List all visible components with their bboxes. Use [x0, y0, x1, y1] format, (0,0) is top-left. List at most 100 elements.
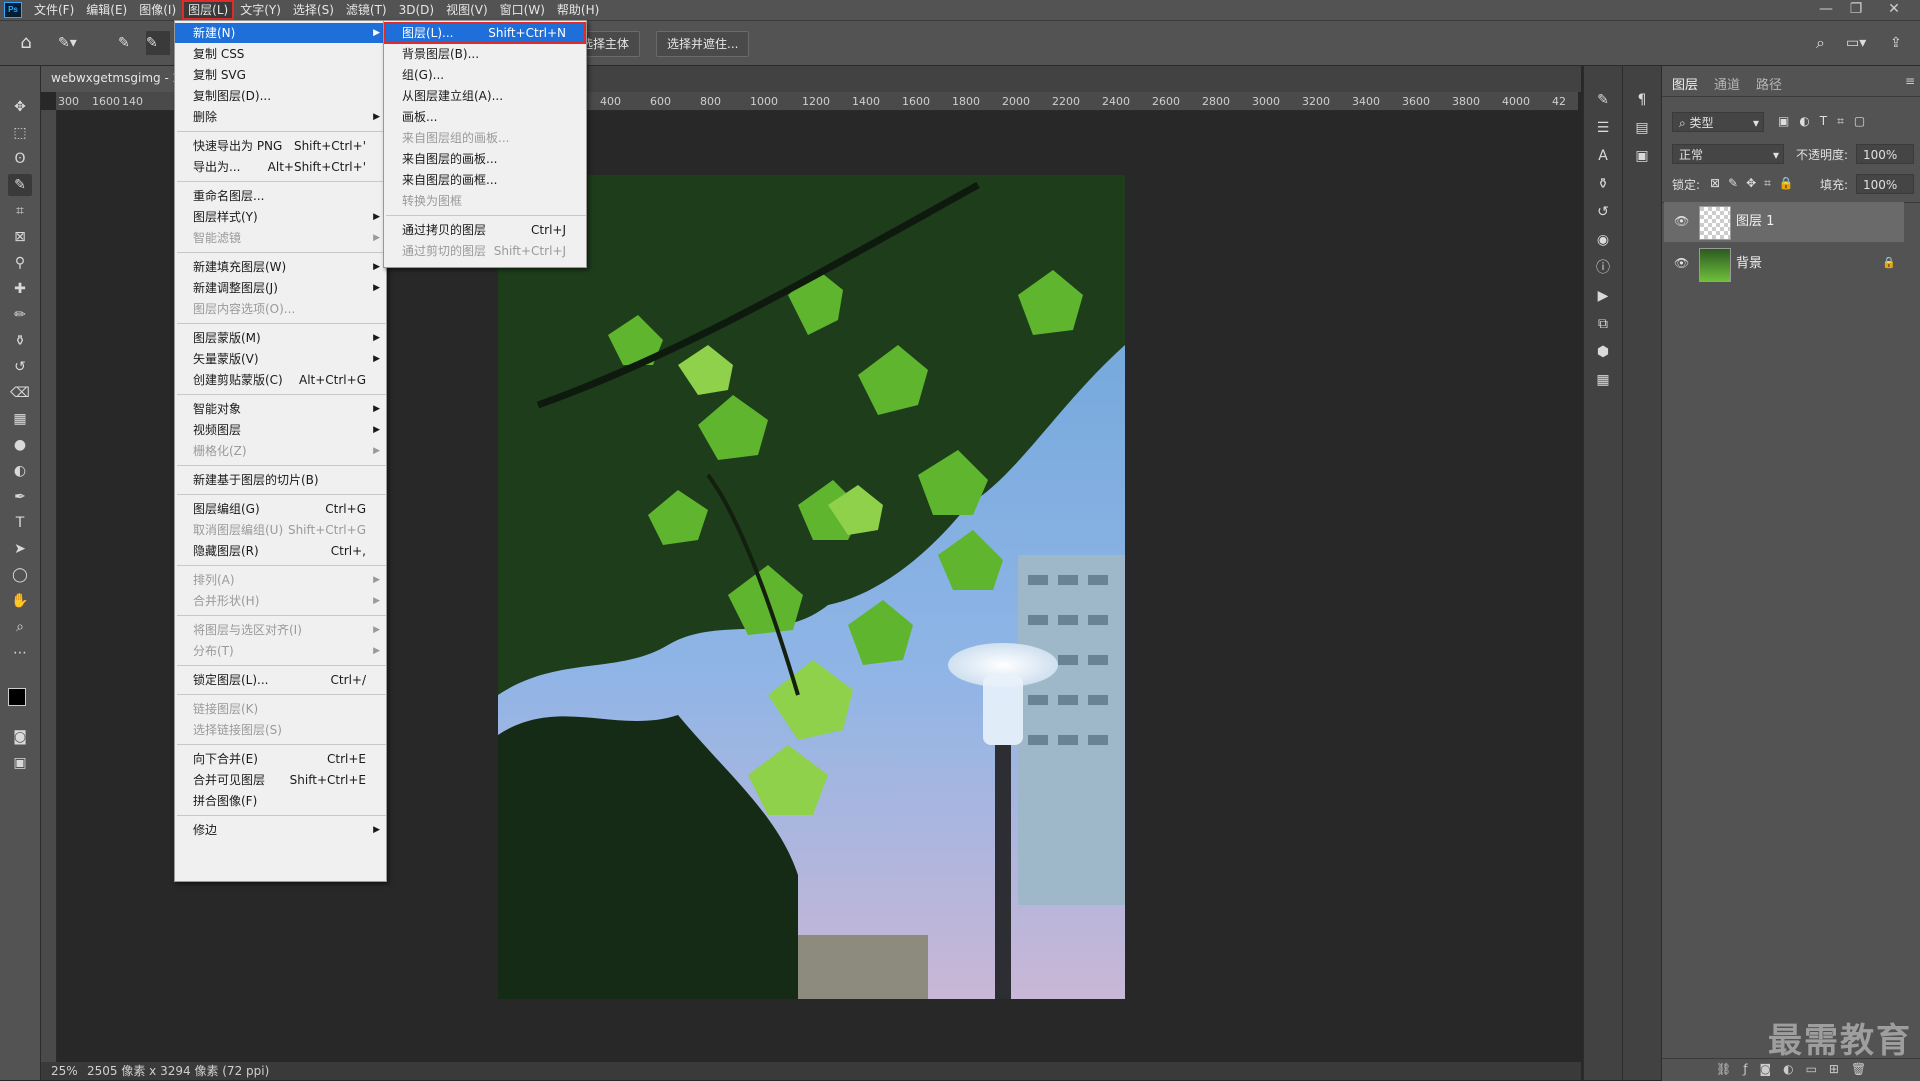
- eyedropper-tool-icon[interactable]: ⚲: [8, 252, 32, 274]
- select-and-mask-button[interactable]: 选择并遮住...: [656, 31, 750, 57]
- tab-channels[interactable]: 通道: [1714, 74, 1740, 93]
- share-icon[interactable]: ⇪: [1890, 31, 1910, 55]
- tab-paths[interactable]: 路径: [1756, 74, 1782, 93]
- menu-item-row[interactable]: 复制 SVG: [175, 65, 386, 85]
- opacity-input[interactable]: 100%: [1856, 144, 1914, 164]
- workspace-icon[interactable]: ▭▾: [1846, 31, 1874, 55]
- menu-item-row[interactable]: 图层样式(Y) ▶: [175, 207, 386, 227]
- menu-item-row[interactable]: 背景图层(B)...: [384, 44, 586, 64]
- menu-item-row[interactable]: 锁定图层(L)... Ctrl+/: [175, 670, 386, 690]
- menu-item[interactable]: 图层(L): [182, 0, 235, 20]
- paragraph-icon[interactable]: ¶: [1632, 90, 1652, 110]
- menu-item-row[interactable]: 新建调整图层(J) ▶: [175, 278, 386, 298]
- eye-icon[interactable]: 👁: [1674, 256, 1689, 270]
- quick-selection-tool-icon[interactable]: ✎: [8, 174, 32, 196]
- eye-icon[interactable]: 👁: [1674, 214, 1689, 228]
- path-selection-tool-icon[interactable]: ➤: [8, 538, 32, 560]
- document-image[interactable]: [498, 175, 1125, 999]
- adjustments-icon[interactable]: ☰: [1593, 118, 1613, 138]
- panel-menu-icon[interactable]: ≡: [1905, 74, 1915, 88]
- menu-item-row[interactable]: 智能对象 ▶: [175, 399, 386, 419]
- menu-item-row[interactable]: 创建剪贴蒙版(C) Alt+Ctrl+G: [175, 370, 386, 390]
- document-size-info[interactable]: 2505 像素 x 3294 像素 (72 ppi): [87, 1062, 269, 1080]
- layer-row-layer1[interactable]: 👁 图层 1: [1664, 202, 1904, 242]
- blend-mode-select[interactable]: 正常 ▾: [1672, 144, 1784, 164]
- menu-item-row[interactable]: 隐藏图层(R) Ctrl+,: [175, 541, 386, 561]
- color-sampler-icon[interactable]: ◉: [1593, 230, 1613, 250]
- dodge-tool-icon[interactable]: ◐: [8, 460, 32, 482]
- screen-mode-icon[interactable]: ▣: [8, 752, 32, 774]
- menu-item-row[interactable]: 重命名图层...: [175, 186, 386, 206]
- menu-item-row[interactable]: 复制 CSS: [175, 44, 386, 64]
- restore-button[interactable]: ❐: [1842, 0, 1870, 20]
- menu-item-row[interactable]: 来自图层的画框...: [384, 170, 586, 190]
- 3d-icon[interactable]: ⬢: [1593, 342, 1613, 362]
- menu-item-row[interactable]: 新建基于图层的切片(B): [175, 470, 386, 490]
- marquee-tool-icon[interactable]: ⬚: [8, 122, 32, 144]
- table-icon[interactable]: ▦: [1593, 370, 1613, 390]
- lasso-tool-icon[interactable]: ʘ: [8, 148, 32, 170]
- menu-item-row[interactable]: 新建(N) ▶: [175, 23, 386, 43]
- quick-selection-preset-icon[interactable]: ✎▾: [58, 31, 92, 55]
- add-selection-mode-icon[interactable]: ✎: [146, 31, 170, 55]
- quick-mask-icon[interactable]: ◙: [8, 726, 32, 748]
- tab-layers[interactable]: 图层: [1672, 74, 1698, 93]
- menu-item-row[interactable]: 通过拷贝的图层 Ctrl+J: [384, 220, 586, 240]
- menu-item-row[interactable]: 矢量蒙版(V) ▶: [175, 349, 386, 369]
- brush-settings-icon[interactable]: ✎: [1593, 90, 1613, 110]
- move-tool-icon[interactable]: ✥: [8, 96, 32, 118]
- menu-item-row[interactable]: 视频图层 ▶: [175, 420, 386, 440]
- menu-item-row[interactable]: 删除 ▶: [175, 107, 386, 127]
- menu-item[interactable]: 选择(S): [287, 0, 340, 20]
- eraser-tool-icon[interactable]: ⌫: [8, 382, 32, 404]
- menu-item[interactable]: 视图(V): [440, 0, 494, 20]
- menu-item[interactable]: 文字(Y): [234, 0, 287, 20]
- menu-item[interactable]: 编辑(E): [80, 0, 133, 20]
- layer-filter-select[interactable]: ⌕ 类型 ▾: [1672, 112, 1764, 132]
- minimize-button[interactable]: —: [1812, 0, 1840, 20]
- layer-name[interactable]: 图层 1: [1736, 202, 1774, 242]
- shape-tool-icon[interactable]: ◯: [8, 564, 32, 586]
- zoom-level[interactable]: 25%: [51, 1062, 78, 1080]
- clone-source-icon[interactable]: ⚱: [1593, 174, 1613, 194]
- menu-item-row[interactable]: 修边 ▶: [175, 820, 386, 840]
- menu-item[interactable]: 3D(D): [393, 0, 440, 20]
- hand-tool-icon[interactable]: ✋: [8, 590, 32, 612]
- layer-row-background[interactable]: 👁 背景 🔒: [1664, 244, 1904, 284]
- layer-footer-icons[interactable]: ⛓ƒ◙◐▭⊞🗑: [1716, 1062, 1878, 1076]
- menu-item-row[interactable]: 向下合并(E) Ctrl+E: [175, 749, 386, 769]
- blur-tool-icon[interactable]: ●: [8, 434, 32, 456]
- menu-item-row[interactable]: 组(G)...: [384, 65, 586, 85]
- menu-item[interactable]: 帮助(H): [551, 0, 605, 20]
- menu-item-row[interactable]: 拼合图像(F): [175, 791, 386, 811]
- menu-item[interactable]: 文件(F): [28, 0, 80, 20]
- healing-brush-tool-icon[interactable]: ✚: [8, 278, 32, 300]
- filter-icons[interactable]: ▣◐T⌗▢: [1778, 114, 1875, 129]
- menu-item-row[interactable]: 图层编组(G) Ctrl+G: [175, 499, 386, 519]
- history-brush-tool-icon[interactable]: ↺: [8, 356, 32, 378]
- menu-item[interactable]: 图像(I): [133, 0, 182, 20]
- layer-comps-icon[interactable]: ⧉: [1593, 314, 1613, 334]
- clone-stamp-tool-icon[interactable]: ⚱: [8, 330, 32, 352]
- menu-item-row[interactable]: 快速导出为 PNG Shift+Ctrl+': [175, 136, 386, 156]
- fill-input[interactable]: 100%: [1856, 174, 1914, 194]
- menu-item-row[interactable]: 图层(L)... Shift+Ctrl+N: [384, 23, 586, 43]
- crop-tool-icon[interactable]: ⌗: [8, 200, 32, 222]
- info-icon[interactable]: ⓘ: [1593, 258, 1613, 278]
- close-button[interactable]: ✕: [1880, 0, 1908, 20]
- menu-item-row[interactable]: 从图层建立组(A)...: [384, 86, 586, 106]
- document-tab[interactable]: webwxgetmsgimg - 2: [41, 66, 191, 92]
- menu-item-row[interactable]: 导出为... Alt+Shift+Ctrl+': [175, 157, 386, 177]
- lock-icons[interactable]: ⊠✎✥⌗🔒: [1710, 176, 1802, 191]
- frame-tool-icon[interactable]: ⊠: [8, 226, 32, 248]
- libraries-icon[interactable]: ▤: [1632, 118, 1652, 138]
- pen-tool-icon[interactable]: ✒: [8, 486, 32, 508]
- menu-item[interactable]: 窗口(W): [494, 0, 551, 20]
- foreground-color-swatch[interactable]: [8, 688, 26, 706]
- type-tool-icon[interactable]: T: [8, 512, 32, 534]
- menu-item-row[interactable]: 复制图层(D)...: [175, 86, 386, 106]
- home-icon[interactable]: ⌂: [14, 31, 38, 55]
- notes-icon[interactable]: ▣: [1632, 146, 1652, 166]
- menu-item[interactable]: 滤镜(T): [340, 0, 393, 20]
- more-tools-icon[interactable]: ⋯: [8, 642, 32, 664]
